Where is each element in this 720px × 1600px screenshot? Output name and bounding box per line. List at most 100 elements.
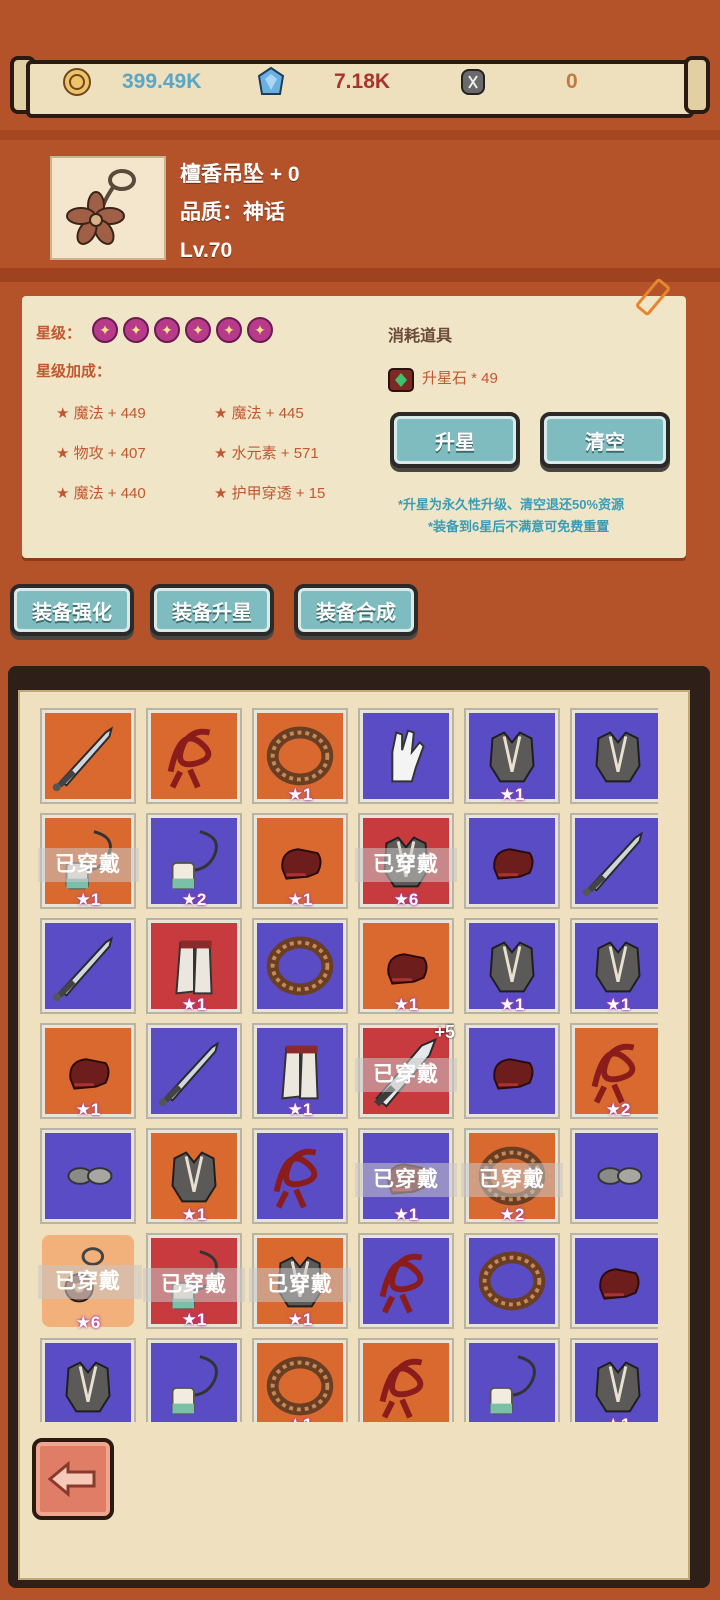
- star-count: ★1: [287, 1310, 313, 1329]
- consume-label: 消耗道具: [388, 328, 453, 345]
- star-count: ★2: [181, 890, 207, 909]
- inventory-slot[interactable]: [40, 708, 136, 804]
- item-info: 檀香吊坠 + 0 品质：神话 Lv.70: [180, 156, 300, 270]
- bonus-stat: ★ 水元素 + 571: [214, 445, 319, 462]
- inventory-slot[interactable]: 已穿戴 ★1: [355, 1128, 457, 1224]
- ring-icon: [257, 1343, 343, 1422]
- upgrade-note: *升星为永久性升级、清空退还50%资源: [398, 497, 625, 512]
- star-count: ★1: [499, 785, 525, 804]
- item-portrait: [50, 156, 166, 260]
- inventory-slot[interactable]: [570, 708, 658, 804]
- inventory-slot[interactable]: ★1: [464, 708, 560, 804]
- inventory-slot[interactable]: [146, 1023, 242, 1119]
- star-count: ★1: [605, 995, 631, 1014]
- glove-icon: [363, 713, 449, 799]
- inventory-slot[interactable]: ★1: [464, 918, 560, 1014]
- inventory-slot[interactable]: [40, 1338, 136, 1422]
- equipped-badge: 已穿戴: [38, 1265, 142, 1299]
- bonus-stat: ★ 魔法 + 445: [214, 405, 304, 422]
- star-count: ★1: [257, 1415, 343, 1422]
- inventory-grid: ★1 ★1 已穿戴 ★1 ★2 ★1 已穿戴 ★6 ★1 ★1 ★1 ★1 ★1 ★1 已穿戴 +5 ★2 ★1 已…: [38, 706, 658, 1422]
- equipped-badge: 已穿戴: [355, 1058, 457, 1092]
- inventory-slot[interactable]: ★1: [252, 708, 348, 804]
- inventory-slot[interactable]: 已穿戴 ★6: [355, 813, 457, 909]
- inventory-slot[interactable]: [146, 708, 242, 804]
- armor-icon: [45, 1343, 131, 1422]
- inventory-slot[interactable]: [40, 1128, 136, 1224]
- inventory-slot[interactable]: [252, 918, 348, 1014]
- pendant-icon: [66, 169, 136, 245]
- star-icon: ✦: [154, 317, 180, 343]
- inventory-slot[interactable]: 已穿戴 ★2: [461, 1128, 563, 1224]
- star-count: ★1: [499, 995, 525, 1014]
- inventory-slot[interactable]: [570, 1233, 658, 1329]
- gauntlet-icon: [469, 1028, 555, 1114]
- inventory-slot[interactable]: [464, 1338, 560, 1422]
- inventory-slot[interactable]: ★1: [252, 1338, 348, 1422]
- upgrade-star-button[interactable]: 升星: [390, 412, 520, 468]
- inventory-slot[interactable]: ★1: [252, 813, 348, 909]
- gold-resource: 399.49K: [60, 64, 201, 100]
- inventory-slot[interactable]: [252, 1128, 348, 1224]
- star-count: ★1: [181, 1205, 207, 1224]
- scroll-roll-right: [684, 56, 710, 114]
- inventory-slot[interactable]: [358, 1338, 454, 1422]
- inventory-slot[interactable]: [146, 1338, 242, 1422]
- inventory-slot[interactable]: ★2: [146, 813, 242, 909]
- inventory-slot[interactable]: [464, 1233, 560, 1329]
- inventory-slot[interactable]: [358, 1233, 454, 1329]
- inventory-slot[interactable]: [570, 813, 658, 909]
- inventory-slot[interactable]: 已穿戴 ★1: [38, 813, 139, 909]
- bonus-stat: ★ 魔法 + 440: [56, 485, 146, 502]
- bonus-stat: ★ 护甲穿透 + 15: [214, 485, 326, 502]
- star-count: ★1: [287, 890, 313, 909]
- tab-equipment-enhance[interactable]: 装备强化: [10, 584, 134, 636]
- blue-crystal-icon: [254, 65, 288, 99]
- item-quality: 品质：神话: [180, 201, 285, 224]
- tab-equipment-star[interactable]: 装备升星: [150, 584, 274, 636]
- star-count: ★1: [575, 1415, 658, 1422]
- equipped-badge: 已穿戴: [461, 1163, 563, 1197]
- ring-icon: [469, 1238, 555, 1324]
- necklace-icon: [469, 1343, 555, 1422]
- equipped-badge: 已穿戴: [38, 848, 139, 882]
- inventory-slot[interactable]: [464, 813, 560, 909]
- inventory-slot[interactable]: ★1: [570, 918, 658, 1014]
- rune-resource: 0: [456, 64, 578, 100]
- star-count: ★1: [75, 1100, 101, 1119]
- sword-icon: [45, 923, 131, 1009]
- inventory-slot[interactable]: ★1: [252, 1023, 348, 1119]
- clear-button[interactable]: 清空: [540, 412, 670, 468]
- star-count: ★2: [499, 1205, 525, 1224]
- star-count: ★1: [75, 890, 101, 909]
- inventory-slot[interactable]: 已穿戴 ★1: [249, 1233, 351, 1329]
- star-count: ★2: [605, 1100, 631, 1119]
- inventory-slot[interactable]: 已穿戴 ★1: [143, 1233, 245, 1329]
- star-count: ★1: [393, 995, 419, 1014]
- inventory-slot[interactable]: [464, 1023, 560, 1119]
- tab-equipment-merge[interactable]: 装备合成: [294, 584, 418, 636]
- inventory-slot[interactable]: ★1: [570, 1338, 658, 1422]
- inventory-slot[interactable]: 已穿戴 +5: [355, 1022, 457, 1119]
- inventory-slot[interactable]: ★1: [358, 918, 454, 1014]
- reset-note: *装备到6星后不满意可免费重置: [428, 519, 610, 534]
- equipped-badge: 已穿戴: [249, 1268, 351, 1302]
- inventory-slot[interactable]: ★1: [146, 1128, 242, 1224]
- inventory-slot[interactable]: ★1: [146, 918, 242, 1014]
- ribbon-icon: [257, 1133, 343, 1219]
- inventory-slot[interactable]: ★1: [40, 1023, 136, 1119]
- back-button[interactable]: [32, 1438, 114, 1520]
- bonus-stat: ★ 魔法 + 449: [56, 405, 146, 422]
- inventory-slot[interactable]: [570, 1128, 658, 1224]
- star-count: ★1: [181, 1310, 207, 1329]
- crystal-resource: 7.18K: [254, 64, 390, 100]
- star-icon: ✦: [123, 317, 149, 343]
- inventory-slot[interactable]: ★2: [570, 1023, 658, 1119]
- inventory-slot[interactable]: 已穿戴 ★6: [38, 1235, 142, 1332]
- star-count: ★1: [181, 995, 207, 1014]
- sword-icon: [575, 818, 658, 904]
- inventory-slot[interactable]: [358, 708, 454, 804]
- edit-icon[interactable]: [632, 276, 676, 325]
- inventory-slot[interactable]: [40, 918, 136, 1014]
- necklace-icon: [151, 1343, 237, 1422]
